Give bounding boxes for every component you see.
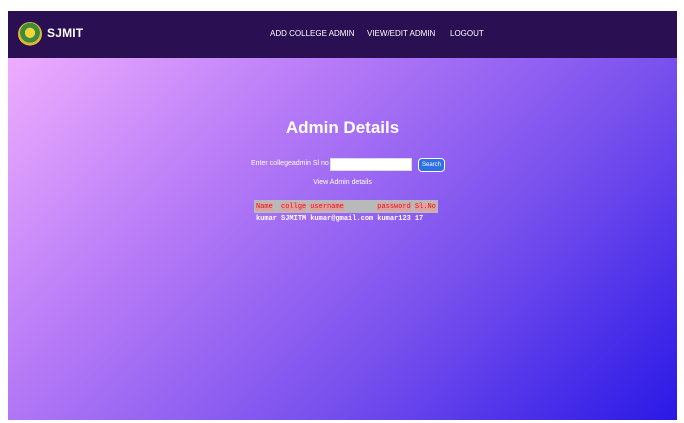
admin-slno-input[interactable] <box>330 158 412 171</box>
nav-add-college-admin[interactable]: ADD COLLEGE ADMIN <box>270 29 354 38</box>
table-row: kumar SJMITM kumar@gmail.com kumar123 17 <box>254 213 438 225</box>
top-navbar: SJMIT ADD COLLEGE ADMIN VIEW/EDIT ADMIN … <box>8 11 677 58</box>
nav-view-edit-admin[interactable]: VIEW/EDIT ADMIN <box>367 29 435 38</box>
app-frame: SJMIT ADD COLLEGE ADMIN VIEW/EDIT ADMIN … <box>8 11 677 420</box>
nav-logout[interactable]: LOGOUT <box>450 29 484 38</box>
cell-password: kumar123 <box>377 215 411 223</box>
column-header-name: Name <box>254 200 280 213</box>
table-header-row: Name collge username password Sl.No <box>254 200 438 213</box>
cell-username: kumar@gmail.com <box>310 215 374 223</box>
admin-details-table: Name collge username password Sl.No kuma… <box>254 200 438 225</box>
search-label: Enter collegeadmin Sl no <box>251 160 329 167</box>
column-header-college: collge <box>279 200 309 213</box>
column-header-slno: Sl.No <box>412 200 438 213</box>
search-button[interactable]: Search <box>418 158 445 172</box>
cell-name: kumar <box>256 215 278 223</box>
page-title: Admin Details <box>285 118 400 137</box>
column-header-password: password <box>375 200 413 213</box>
brand-name[interactable]: SJMIT <box>47 26 83 40</box>
cell-slno: 17 <box>414 215 424 223</box>
college-emblem-icon[interactable] <box>18 22 42 46</box>
view-admin-details-link[interactable]: View Admin details <box>8 179 677 186</box>
cell-college: SJMITM <box>281 215 307 223</box>
column-header-username: username <box>308 200 376 213</box>
